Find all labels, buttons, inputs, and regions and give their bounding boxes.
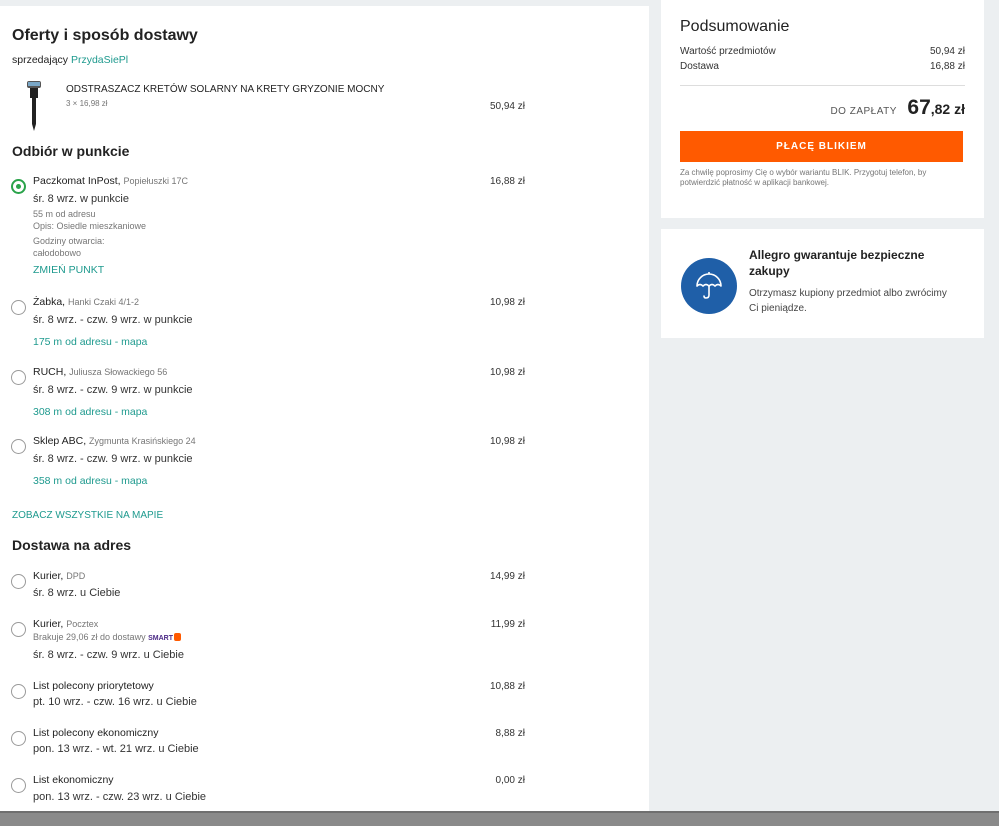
delivery-price: 11,99 zł: [490, 619, 525, 630]
delivery-price: 8,88 zł: [495, 728, 525, 739]
right-column: Podsumowanie Wartość przedmiotów 50,94 z…: [661, 0, 984, 338]
delivery-title: Dostawa na adres: [12, 537, 132, 553]
pickup-hours-value: całodobowo: [33, 248, 82, 258]
delivery-name: List polecony ekonomiczny: [33, 727, 159, 739]
summary-card: Podsumowanie Wartość przedmiotów 50,94 z…: [661, 0, 984, 218]
pickup-price: 10,98 zł: [489, 297, 525, 308]
delivery-value: 16,88 zł: [929, 61, 965, 72]
smart-badge: SMART: [148, 635, 173, 642]
offers-card: Oferty i sposób dostawy sprzedający Przy…: [0, 6, 649, 812]
to-pay-amount: 67,82 zł: [907, 96, 965, 119]
delivery-carrier: DPD: [66, 571, 86, 581]
pickup-date: śr. 8 wrz. w punkcie: [33, 193, 129, 205]
change-point-link[interactable]: ZMIEŃ PUNKT: [33, 264, 104, 276]
pickup-title: Odbiór w punkcie: [12, 143, 130, 159]
delivery-option-label: Kurier, Pocztex: [33, 618, 98, 630]
pickup-address: Hanki Czaki 4/1-2: [68, 297, 140, 307]
pickup-address: Juliusza Słowackiego 56: [69, 367, 168, 377]
delivery-name: List ekonomiczny: [33, 774, 114, 786]
guarantee-text: Otrzymasz kupiony przedmiot albo zwrócim…: [749, 288, 947, 314]
bottom-bar: [0, 811, 999, 826]
product-name[interactable]: ODSTRASZACZ KRETÓW SOLARNY NA KRETY GRYZ…: [66, 84, 384, 95]
smart-note-text: Brakuje 29,06 zł do dostawy: [33, 632, 146, 642]
delivery-name: List polecony priorytetowy: [33, 680, 154, 692]
delivery-label: Dostawa: [680, 61, 719, 72]
guarantee-card: Allegro gwarantuje bezpieczne zakupy Otr…: [661, 229, 984, 338]
see-all-on-map-link[interactable]: ZOBACZ WSZYSTKIE NA MAPIE: [12, 510, 163, 521]
delivery-name: Kurier,: [33, 570, 64, 582]
delivery-date: pon. 13 wrz. - czw. 23 wrz. u Ciebie: [33, 791, 207, 803]
pickup-date: śr. 8 wrz. - czw. 9 wrz. w punkcie: [33, 314, 193, 326]
product-qty-price: 3 × 16,98 zł: [66, 99, 108, 108]
delivery-price: 14,99 zł: [489, 571, 525, 582]
items-value: 50,94 zł: [929, 46, 965, 57]
pay-blik-button[interactable]: PŁACĘ BLIKIEM: [680, 131, 963, 162]
seller-line: sprzedający PrzydaSiePl: [12, 54, 128, 66]
delivery-price: 10,88 zł: [489, 681, 525, 692]
items-label: Wartość przedmiotów: [680, 46, 776, 57]
pickup-price: 16,88 zł: [489, 176, 525, 187]
delivery-date: pon. 13 wrz. - wt. 21 wrz. u Ciebie: [33, 743, 199, 755]
pickup-option-label: RUCH, Juliusza Słowackiego 56: [33, 366, 167, 378]
pickup-date: śr. 8 wrz. - czw. 9 wrz. w punkcie: [33, 384, 193, 396]
pickup-name: Żabka,: [33, 296, 66, 308]
to-pay-row: DO ZAPŁATY 67,82 zł: [680, 96, 965, 120]
summary-items-row: Wartość przedmiotów 50,94 zł: [680, 44, 965, 60]
pickup-name: RUCH,: [33, 366, 67, 378]
delivery-name: Kurier,: [33, 618, 64, 630]
radio-pocztex[interactable]: [11, 622, 26, 637]
radio-sklep-abc[interactable]: [11, 439, 26, 454]
summary-title: Podsumowanie: [680, 18, 790, 35]
pickup-option-label: Żabka, Hanki Czaki 4/1-2: [33, 296, 139, 308]
radio-economy-registered[interactable]: [11, 731, 26, 746]
pickup-distance: 55 m od adresu: [33, 209, 96, 219]
delivery-price: 0,00 zł: [495, 775, 525, 786]
pickup-price: 10,98 zł: [489, 367, 525, 378]
radio-ruch[interactable]: [11, 370, 26, 385]
pickup-price: 10,98 zł: [489, 436, 525, 447]
umbrella-icon: [681, 258, 737, 314]
pickup-option-label: Sklep ABC, Zygmunta Krasińskiego 24: [33, 435, 196, 447]
seller-label: sprzedający: [12, 54, 69, 66]
pickup-hours-label: Godziny otwarcia:: [33, 236, 105, 246]
seller-link[interactable]: PrzydaSiePl: [71, 54, 128, 66]
guarantee-title: Allegro gwarantuje bezpieczne zakupy: [749, 248, 925, 278]
radio-economy-letter[interactable]: [11, 778, 26, 793]
pickup-address: Popiełuszki 17C: [123, 176, 189, 186]
pickup-name: Paczkomat InPost,: [33, 175, 121, 187]
pickup-date: śr. 8 wrz. - czw. 9 wrz. w punkcie: [33, 453, 193, 465]
pickup-map-link[interactable]: 308 m od adresu - mapa: [33, 406, 147, 418]
delivery-date: śr. 8 wrz. - czw. 9 wrz. u Ciebie: [33, 649, 184, 661]
delivery-date: pt. 10 wrz. - czw. 16 wrz. u Ciebie: [33, 696, 197, 708]
pickup-name: Sklep ABC,: [33, 435, 87, 447]
pickup-description: Opis: Osiedle mieszkaniowe: [33, 221, 147, 231]
to-pay-label: DO ZAPŁATY: [830, 106, 897, 117]
smart-icon: [173, 633, 181, 641]
radio-selected-inpost[interactable]: [11, 179, 26, 194]
radio-priority-letter[interactable]: [11, 684, 26, 699]
delivery-option-label: Kurier, DPD: [33, 570, 85, 582]
pickup-address: Zygmunta Krasińskiego 24: [89, 436, 196, 446]
summary-delivery-row: Dostawa 16,88 zł: [680, 60, 965, 74]
product-total: 50,94 zł: [489, 101, 525, 112]
delivery-carrier: Pocztex: [66, 619, 99, 629]
pickup-option-label: Paczkomat InPost, Popiełuszki 17C: [33, 175, 188, 187]
offers-title: Oferty i sposób dostawy: [12, 27, 198, 44]
blik-note: Za chwilę poprosimy Cię o wybór wariantu…: [680, 168, 927, 187]
to-pay-cents: ,82 zł: [930, 101, 965, 117]
summary-divider: [680, 85, 965, 86]
delivery-date: śr. 8 wrz. u Ciebie: [33, 587, 121, 599]
smart-note: Brakuje 29,06 zł do dostawy SMART: [33, 632, 181, 642]
pickup-map-link[interactable]: 175 m od adresu - mapa: [33, 336, 147, 348]
radio-zabka[interactable]: [11, 300, 26, 315]
pickup-map-link[interactable]: 358 m od adresu - mapa: [33, 475, 147, 487]
product-image[interactable]: [24, 81, 44, 131]
to-pay-main: 67: [907, 96, 931, 119]
radio-dpd[interactable]: [11, 574, 26, 589]
